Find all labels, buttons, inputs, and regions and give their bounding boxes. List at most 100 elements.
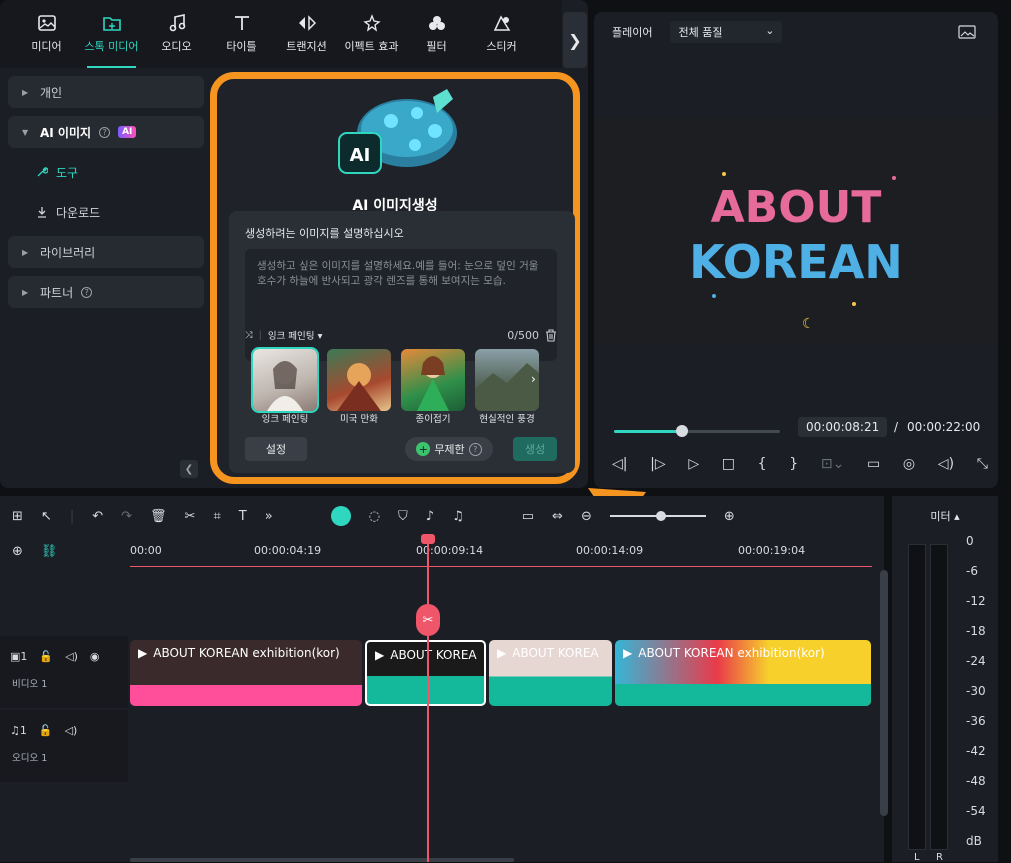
caret-right-icon: ▶ (22, 87, 29, 97)
tab-audio-label: 오디오 (161, 40, 192, 53)
speed-icon[interactable]: ◌ (369, 509, 380, 524)
redo-icon[interactable]: ↷ (121, 509, 132, 524)
zoom-out-icon[interactable]: ⊖ (581, 509, 592, 524)
delete-icon[interactable]: 🗑 (150, 509, 167, 524)
quality-select[interactable]: 전체 품질 ⌄ (670, 21, 783, 43)
generate-button[interactable]: 생성 (513, 437, 557, 461)
sidebar-item-personal[interactable]: ▶ 개인 (8, 76, 204, 108)
audio-mix-icon[interactable]: ♫ (452, 509, 464, 524)
next-frame-icon[interactable]: |▷ (650, 456, 665, 472)
style-select[interactable]: 잉크 페인팅 ▾ (268, 328, 323, 342)
toolbar-more-button[interactable]: ❯ (563, 12, 587, 68)
select-cursor-icon[interactable]: ↖ (41, 509, 52, 524)
caret-right-icon: ▶ (22, 247, 29, 257)
volume-icon[interactable]: ◁) (938, 456, 954, 472)
unlimited-button[interactable]: + 무제한 ? (405, 437, 493, 461)
player-panel: 플레이어 전체 품질 ⌄ ABOUT KOREAN ☾ 00:00:08:21 /… (594, 12, 998, 488)
lock-icon[interactable]: 🔓 (39, 724, 53, 737)
timeline-scrollbar[interactable] (880, 570, 888, 816)
timeline-hscrollbar[interactable] (130, 858, 514, 862)
help-icon[interactable]: ? (81, 286, 93, 298)
add-track-icon[interactable]: ⊕ (12, 544, 23, 559)
thumbs-next-icon[interactable]: › (531, 372, 536, 386)
video-preview[interactable]: ABOUT KOREAN ☾ (594, 118, 998, 344)
style-thumb-origami[interactable] (401, 349, 465, 411)
crop-icon[interactable]: ⌗ (213, 509, 220, 524)
sidebar-item-tools[interactable]: 도구 (8, 156, 204, 188)
display-icon[interactable]: ▭ (867, 456, 880, 472)
filter-icon (428, 16, 445, 30)
camera-icon[interactable]: ◎ (903, 456, 915, 472)
shuffle-icon[interactable]: ⤨ (245, 330, 253, 341)
playhead[interactable] (427, 538, 429, 862)
style-thumb-ink[interactable] (251, 347, 319, 413)
text-icon[interactable]: T (239, 509, 247, 524)
tab-media[interactable]: 미디어 (14, 0, 79, 68)
mic-icon[interactable]: ♪ (426, 509, 434, 524)
tab-transitions[interactable]: 트랜지션 (274, 0, 339, 68)
sidebar-item-ai-image[interactable]: ▼ AI 이미지? AI (8, 116, 204, 148)
scrubber-handle[interactable] (676, 425, 688, 437)
style-thumb-american-comic[interactable] (327, 349, 391, 411)
marker-icon[interactable]: ⛉ (398, 509, 408, 524)
tab-titles[interactable]: 타이틀 (209, 0, 274, 68)
more-tools-icon[interactable]: » (265, 509, 273, 524)
style-select-value: 잉크 페인팅 (267, 331, 315, 342)
timeline-clip-selected[interactable]: ▶ ABOUT KOREA (365, 640, 486, 706)
timeline-ruler: 00:00 00:00:04:19 00:00:09:14 00:00:14:0… (130, 538, 872, 564)
playhead-handle[interactable] (421, 534, 435, 544)
ai-mate-icon[interactable] (330, 506, 351, 526)
mark-in-icon[interactable]: { (758, 456, 767, 472)
undo-icon[interactable]: ↶ (92, 509, 103, 524)
meter-label[interactable]: 미터 ▴ (892, 508, 998, 524)
timeline-clip[interactable]: ▶ ABOUT KOREA (489, 640, 612, 706)
sidebar-item-download[interactable]: 다운로드 (8, 196, 204, 228)
fullscreen-icon[interactable]: ⤡ (977, 456, 988, 472)
link-icon[interactable]: ⛓ (41, 544, 58, 559)
sidebar-item-library[interactable]: ▶ 라이브러리 (8, 236, 204, 268)
stop-icon[interactable]: □ (722, 456, 735, 472)
tab-filters[interactable]: 필터 (404, 0, 469, 68)
insert-icon[interactable]: ⊡⌄ (821, 456, 844, 472)
tab-stickers[interactable]: 스티커 (469, 0, 534, 68)
mute-icon[interactable]: ◁) (65, 650, 78, 663)
zoom-slider-handle[interactable] (655, 511, 666, 521)
mark-out-icon[interactable]: } (789, 456, 798, 472)
settings-button[interactable]: 설정 (245, 437, 307, 461)
preview-title-line2: KOREAN (689, 235, 903, 289)
playback-scrubber[interactable] (614, 425, 780, 437)
help-icon[interactable]: ? (99, 126, 111, 138)
media-toolbar: 미디어 스톡 미디어 오디오 타이틀 트랜지션 이펙트 효과 필터 스티커 (0, 0, 562, 68)
help-icon[interactable]: ? (468, 442, 482, 456)
layout-icon[interactable]: ⊞ (12, 509, 23, 524)
zoom-slider[interactable] (609, 511, 706, 521)
zoom-in-icon[interactable]: ⊕ (724, 509, 735, 524)
timeline-clip[interactable]: ▶ ABOUT KOREAN exhibition(kor) (130, 640, 362, 706)
mute-icon[interactable]: ◁) (65, 724, 78, 737)
snapshot-view-icon[interactable] (958, 25, 976, 39)
sidebar-item-partner[interactable]: ▶ 파트너? (8, 276, 204, 308)
prev-frame-icon[interactable]: ◁| (612, 456, 627, 472)
trash-icon[interactable] (545, 328, 557, 342)
tab-stock-media[interactable]: 스톡 미디어 (79, 0, 144, 68)
meter-scale-label: dB (966, 834, 982, 848)
clip-audio-wave (615, 684, 871, 706)
play-icon[interactable]: ▷ (688, 456, 699, 472)
fit-icon[interactable]: ⇔ (552, 509, 563, 524)
collapse-sidebar-button[interactable]: ❮ (180, 460, 198, 478)
timeline-panel: ⊞ ↖ | ↶ ↷ 🗑 ✂ ⌗ T » ◌ ⛉ ♪ ♫ ▭ ⇔ ⊖ ⊕ ⊕ ⛓ … (0, 496, 888, 862)
ai-image-generator-card: AI AI 이미지생성 생성하려는 이미지를 설명하십시오 생성하고 싶은 이미… (210, 72, 580, 484)
split-button[interactable]: ✂ (416, 604, 440, 636)
meter-scale-label: -30 (966, 684, 986, 698)
render-icon[interactable]: ▭ (522, 509, 534, 524)
tab-effects[interactable]: 이펙트 효과 (339, 0, 404, 68)
meter-scale-label: -6 (966, 564, 978, 578)
moon-icon: ☾ (802, 316, 815, 332)
lock-icon[interactable]: 🔓 (39, 650, 53, 663)
cut-icon[interactable]: ✂ (185, 509, 196, 524)
eye-icon[interactable]: ◉ (90, 650, 100, 663)
audio-track-label: 오디오 1 (12, 753, 48, 764)
style-thumb-realistic-landscape[interactable]: › (475, 349, 539, 411)
timeline-clip[interactable]: ▶ ABOUT KOREAN exhibition(kor) (615, 640, 871, 706)
tab-audio[interactable]: 오디오 (144, 0, 209, 68)
